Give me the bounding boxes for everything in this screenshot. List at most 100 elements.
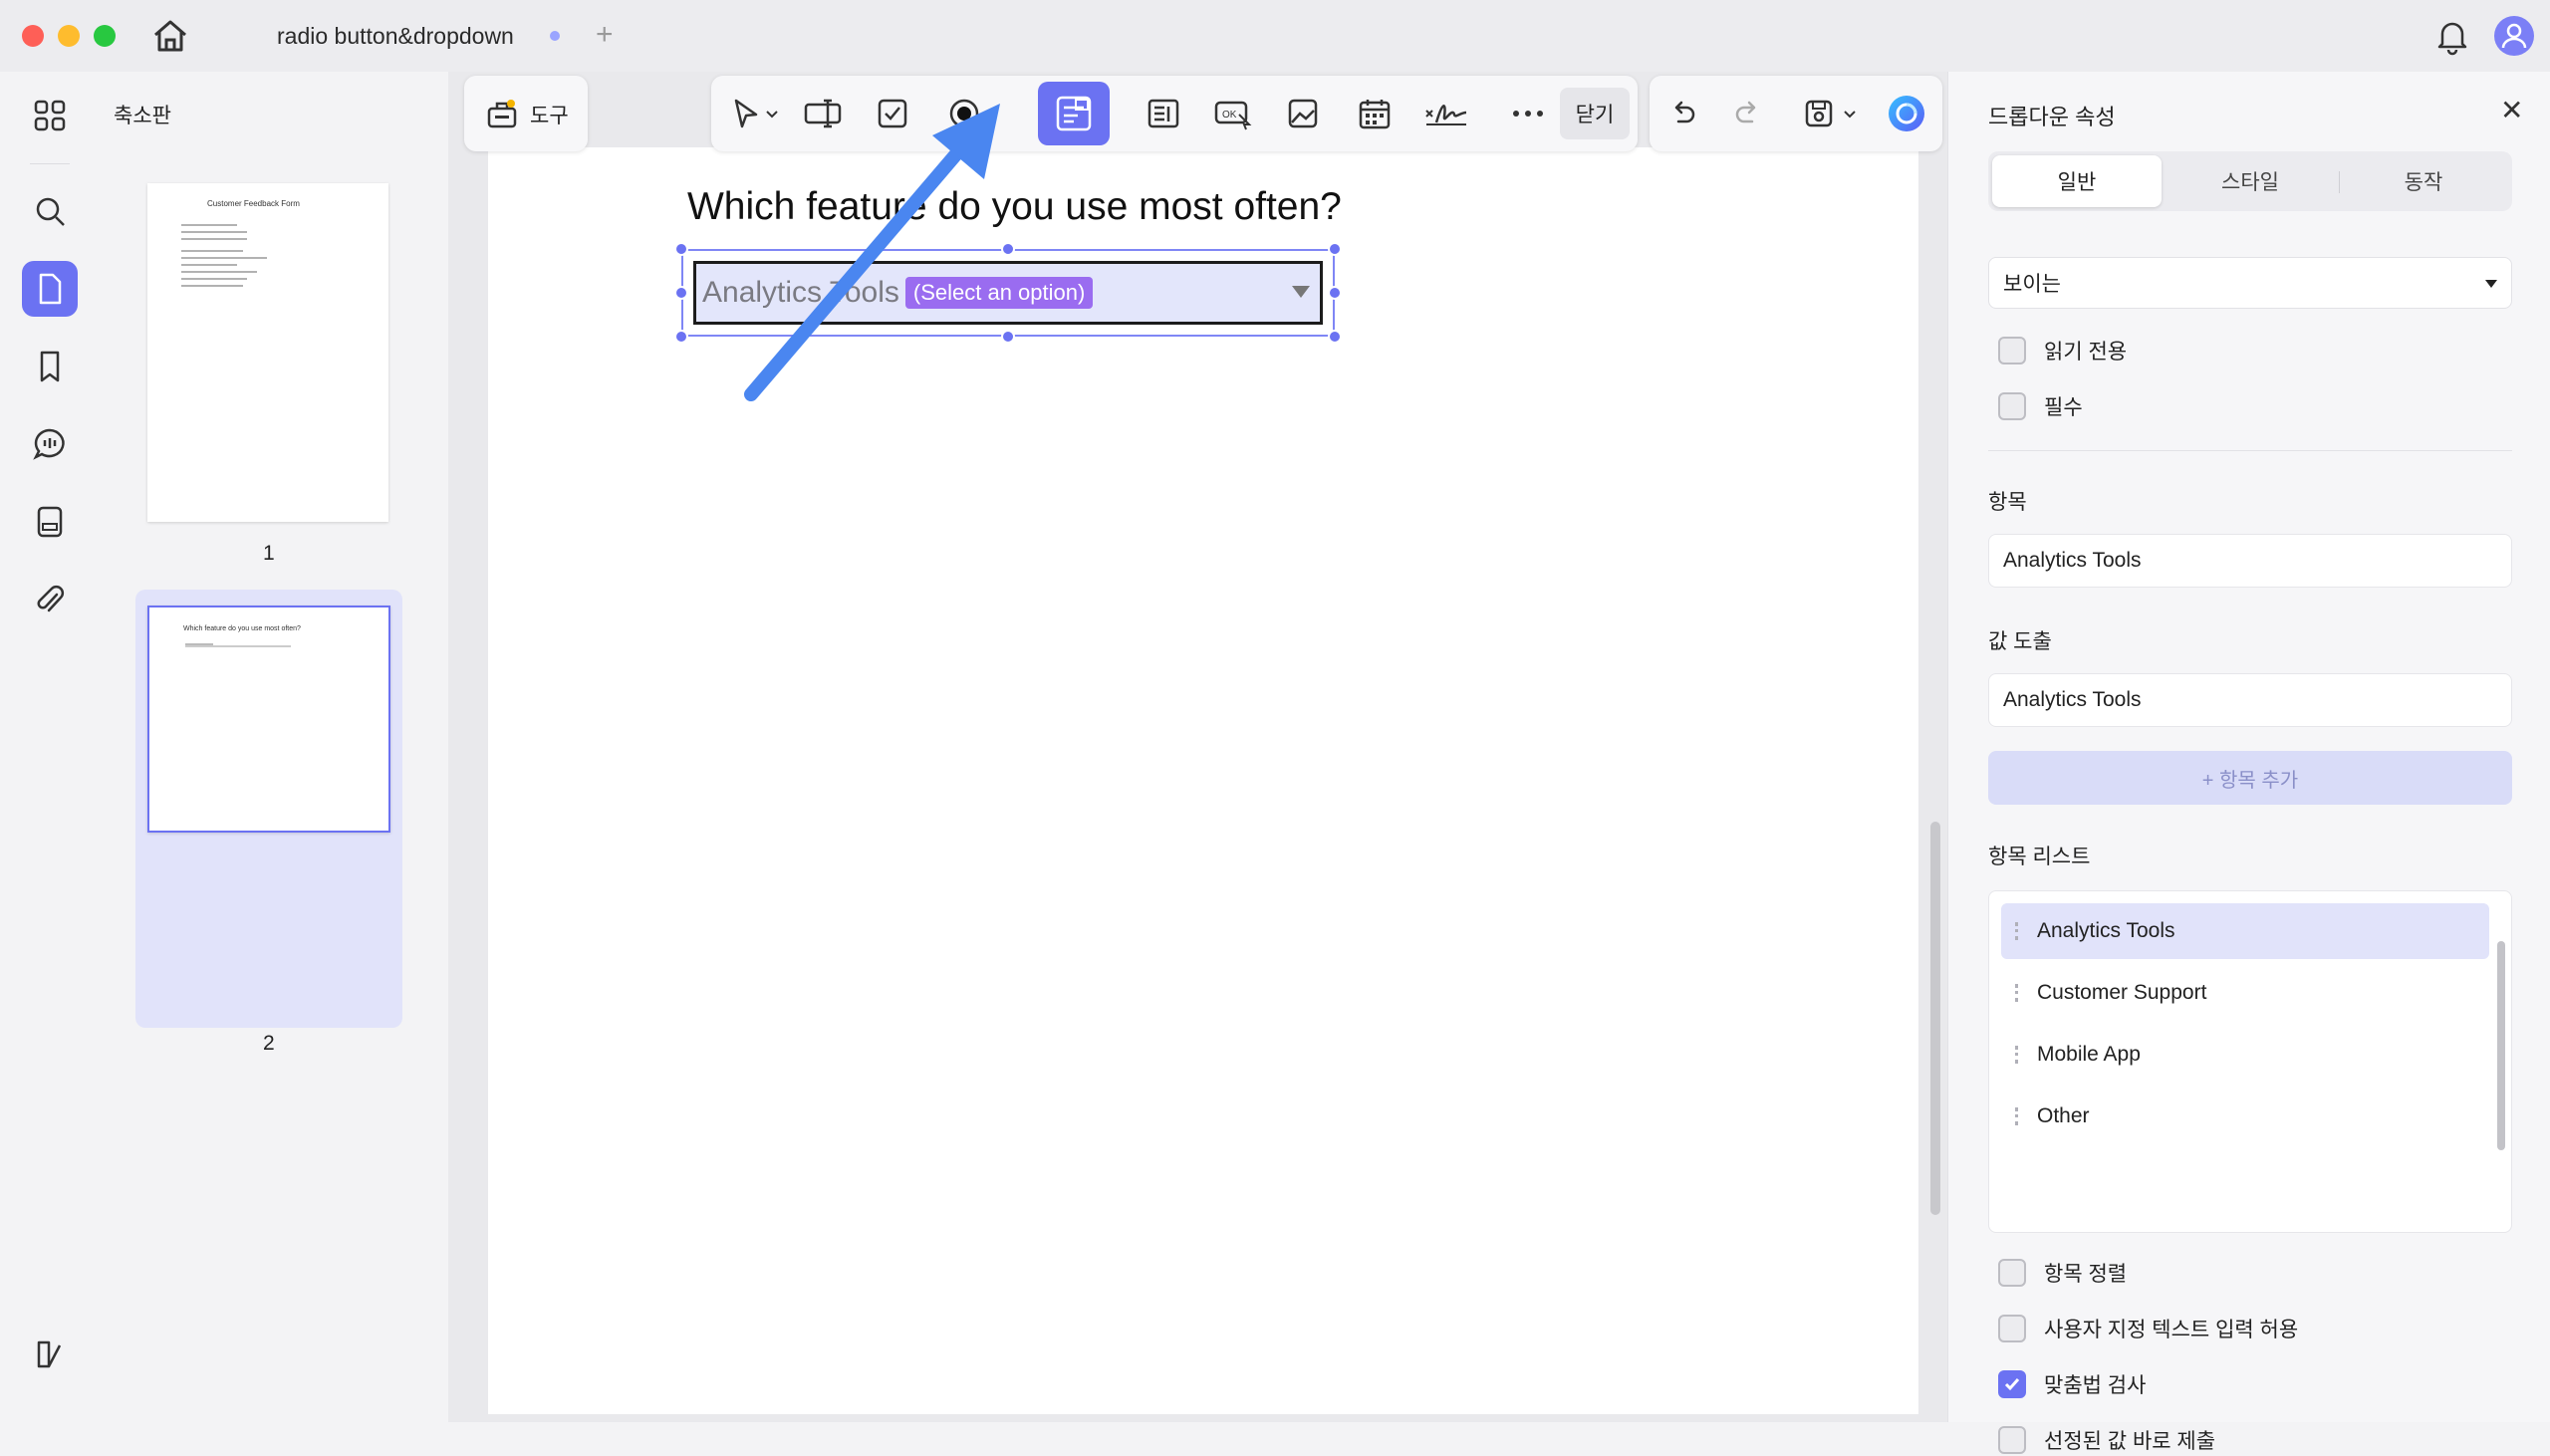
- list-item-label: Mobile App: [2037, 1043, 2141, 1066]
- drag-handle-icon[interactable]: [2015, 1107, 2019, 1125]
- readonly-label: 읽기 전용: [2044, 341, 2128, 364]
- undo-icon[interactable]: [1659, 90, 1707, 137]
- readonly-checkbox[interactable]: [1998, 337, 2026, 364]
- list-item-label: Customer Support: [2037, 981, 2207, 1004]
- spell-check-option[interactable]: 맞춤법 검사: [1998, 1368, 2146, 1400]
- thumbnail-1-title: Customer Feedback Form: [207, 199, 300, 208]
- checkmark-icon: [2004, 1378, 2020, 1391]
- thumbnail-2-title: Which feature do you use most often?: [183, 625, 301, 632]
- forms-icon[interactable]: [22, 494, 78, 550]
- tab-general[interactable]: 일반: [1992, 155, 2162, 207]
- resize-handle-right[interactable]: [1328, 286, 1342, 300]
- required-option[interactable]: 필수: [1998, 390, 2083, 422]
- export-value-input[interactable]: Analytics Tools: [1988, 673, 2512, 727]
- search-icon[interactable]: [22, 183, 78, 239]
- button-tool-icon[interactable]: OK: [1209, 90, 1257, 137]
- thumbnails-icon[interactable]: [22, 261, 78, 317]
- sort-items-checkbox[interactable]: [1998, 1259, 2026, 1287]
- rail-divider: [30, 163, 70, 164]
- resize-handle-left[interactable]: [674, 286, 688, 300]
- date-tool-icon[interactable]: [1351, 90, 1399, 137]
- custom-text-checkbox[interactable]: [1998, 1315, 2026, 1342]
- page-thumbnail-2-selected[interactable]: Which feature do you use most often?: [135, 590, 402, 1028]
- page-thumbnail-2[interactable]: Which feature do you use most often?: [147, 606, 390, 833]
- history-group: [1650, 76, 1942, 151]
- home-icon[interactable]: [149, 16, 191, 56]
- document-scrollbar[interactable]: [1930, 822, 1940, 1215]
- commit-immediately-checkbox[interactable]: [1998, 1426, 2026, 1454]
- comments-icon[interactable]: [22, 416, 78, 472]
- page-thumbnail-1[interactable]: Customer Feedback Form: [147, 183, 388, 522]
- bookmark-icon[interactable]: [22, 339, 78, 394]
- required-label: 필수: [2044, 396, 2083, 419]
- resize-handle-top-left[interactable]: [674, 242, 688, 256]
- user-avatar[interactable]: [2494, 16, 2534, 56]
- page-number-1: 1: [263, 542, 275, 565]
- dropdown-caret-icon[interactable]: [1292, 286, 1310, 298]
- thumbnails-title: 축소판: [114, 105, 171, 127]
- custom-text-label: 사용자 지정 텍스트 입력 허용: [2044, 1319, 2299, 1341]
- more-icon[interactable]: [1504, 90, 1552, 137]
- page-number-2: 2: [263, 1032, 275, 1055]
- redo-icon[interactable]: [1723, 90, 1771, 137]
- save-options-chevron-icon[interactable]: [1837, 90, 1863, 137]
- document-tab[interactable]: radio button&dropdown: [249, 10, 578, 62]
- annotation-arrow-icon: [744, 104, 1000, 401]
- resize-handle-bottom-left[interactable]: [674, 330, 688, 344]
- new-tab-button[interactable]: +: [596, 18, 614, 52]
- window-maximize-button[interactable]: [94, 25, 116, 47]
- select-caret-icon: [2485, 280, 2497, 288]
- dropdown-tool-icon[interactable]: [1038, 82, 1110, 145]
- list-item-label: Analytics Tools: [2037, 919, 2175, 942]
- document-tab-title: radio button&dropdown: [277, 22, 514, 49]
- tools-group: 도구: [464, 76, 588, 151]
- resize-handle-top-right[interactable]: [1328, 242, 1342, 256]
- bell-icon[interactable]: [2432, 16, 2472, 56]
- save-icon[interactable]: [1795, 90, 1843, 137]
- item-list: Analytics Tools Customer Support Mobile …: [1988, 890, 2512, 1233]
- left-icon-rail: [0, 72, 100, 1422]
- sort-items-option[interactable]: 항목 정렬: [1998, 1257, 2127, 1289]
- drag-handle-icon[interactable]: [2015, 984, 2019, 1002]
- visibility-select[interactable]: 보이는: [1988, 257, 2512, 309]
- thumbnail-1-content: [181, 224, 267, 287]
- add-item-button[interactable]: + 항목 추가: [1988, 751, 2512, 805]
- item-list-scrollbar[interactable]: [2497, 941, 2505, 1150]
- list-item[interactable]: Customer Support: [2001, 965, 2489, 1021]
- ai-assistant-icon[interactable]: [1883, 90, 1930, 137]
- thumbnail-2-dropdown: [185, 643, 291, 647]
- document-page[interactable]: [488, 147, 1918, 1414]
- close-icon[interactable]: ✕: [2500, 94, 2523, 126]
- window-minimize-button[interactable]: [58, 25, 80, 47]
- apps-grid-icon[interactable]: [22, 88, 78, 143]
- list-box-tool-icon[interactable]: [1140, 90, 1187, 137]
- required-checkbox[interactable]: [1998, 392, 2026, 420]
- list-item[interactable]: Other: [2001, 1089, 2489, 1144]
- close-form-editing-button[interactable]: 닫기: [1560, 88, 1630, 139]
- properties-tabs: 일반 스타일 동작: [1988, 151, 2512, 211]
- attachment-icon[interactable]: [22, 572, 78, 627]
- commit-immediately-option[interactable]: 선정된 값 바로 제출: [1998, 1424, 2215, 1456]
- tab-style[interactable]: 스타일: [2166, 155, 2335, 207]
- spell-check-checkbox[interactable]: [1998, 1370, 2026, 1398]
- resize-handle-bottom-right[interactable]: [1328, 330, 1342, 344]
- visibility-value: 보이는: [2003, 273, 2061, 296]
- list-item[interactable]: Mobile App: [2001, 1027, 2489, 1083]
- tab-action[interactable]: 동작: [2339, 155, 2508, 207]
- window-close-button[interactable]: [22, 25, 44, 47]
- image-tool-icon[interactable]: [1279, 90, 1327, 137]
- collapse-sidebar-icon[interactable]: [22, 1327, 78, 1382]
- item-input[interactable]: Analytics Tools: [1988, 534, 2512, 588]
- drag-handle-icon[interactable]: [2015, 922, 2019, 940]
- list-item[interactable]: Analytics Tools: [2001, 903, 2489, 959]
- unsaved-dot: [549, 31, 560, 41]
- tools-label[interactable]: 도구: [530, 100, 569, 129]
- properties-panel: 드롭다운 속성 ✕ 일반 스타일 동작 보이는 읽기 전용 필수 항목 Anal…: [1947, 72, 2550, 1454]
- toolbox-icon[interactable]: [478, 90, 526, 137]
- readonly-option[interactable]: 읽기 전용: [1998, 335, 2127, 366]
- item-section-title: 항목: [1988, 491, 2027, 514]
- custom-text-option[interactable]: 사용자 지정 텍스트 입력 허용: [1998, 1313, 2298, 1344]
- drag-handle-icon[interactable]: [2015, 1046, 2019, 1064]
- sort-items-label: 항목 정렬: [2044, 1263, 2128, 1286]
- signature-tool-icon[interactable]: [1422, 90, 1470, 137]
